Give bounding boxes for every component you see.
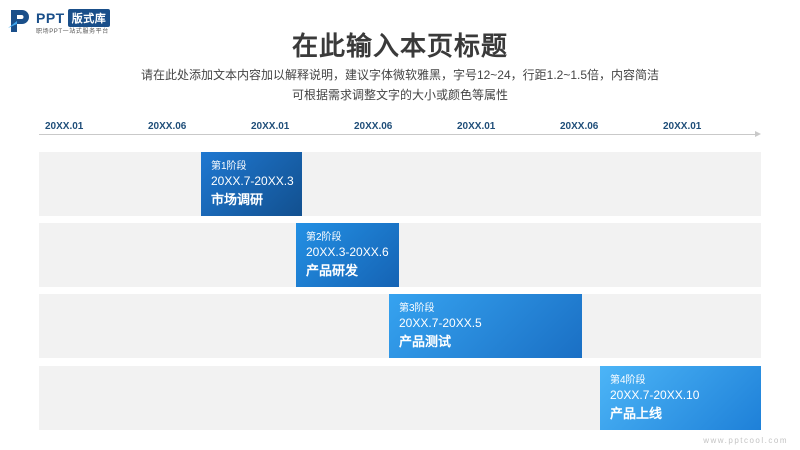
stage-label: 第3阶段 (399, 303, 435, 314)
axis-tick-label: 20XX.01 (663, 121, 702, 132)
stage-label: 第2阶段 (306, 232, 342, 243)
stage-block-4[interactable]: 第4阶段 20XX.7-20XX.10 产品上线 (600, 366, 761, 430)
stage-date: 20XX.3-20XX.6 (306, 245, 389, 259)
stage-date: 20XX.7-20XX.3 (211, 174, 294, 188)
timeline-row-2 (39, 223, 761, 287)
stage-name: 产品测试 (399, 334, 452, 349)
axis-tick-label: 20XX.06 (354, 121, 393, 132)
timeline-axis-line (39, 134, 759, 135)
axis-arrow-icon (755, 131, 761, 137)
stage-label: 第4阶段 (610, 375, 646, 386)
watermark-text: www.pptcool.com (703, 436, 788, 445)
stage-name: 产品研发 (306, 263, 359, 278)
stage-label: 第1阶段 (211, 161, 247, 172)
axis-tick-label: 20XX.06 (560, 121, 599, 132)
axis-tick-label: 20XX.01 (45, 121, 84, 132)
logo-badge: 版式库 (67, 9, 111, 27)
axis-tick-label: 20XX.01 (457, 121, 496, 132)
stage-date: 20XX.7-20XX.5 (399, 316, 482, 330)
stage-block-2[interactable]: 第2阶段 20XX.3-20XX.6 产品研发 (296, 223, 399, 287)
description-line-1: 请在此处添加文本内容加以解释说明，建议字体微软雅黑，字号12~24，行距1.2~… (140, 68, 660, 82)
stage-name: 产品上线 (610, 406, 663, 421)
axis-tick-label: 20XX.06 (148, 121, 187, 132)
logo-brand-text: PPT (36, 10, 65, 26)
stage-block-3[interactable]: 第3阶段 20XX.7-20XX.5 产品测试 (389, 294, 582, 358)
logo-brand: PPT 版式库 (36, 9, 111, 27)
page-title: 在此输入本页标题 (291, 31, 508, 61)
stage-name: 市场调研 (211, 192, 264, 207)
stage-block-1[interactable]: 第1阶段 20XX.7-20XX.3 市场调研 (201, 152, 302, 216)
stage-date: 20XX.7-20XX.10 (610, 388, 700, 402)
timeline-row-1 (39, 152, 761, 216)
description-line-2: 可根据需求调整文字的大小或颜色等属性 (291, 88, 508, 102)
axis-tick-label: 20XX.01 (251, 121, 290, 132)
